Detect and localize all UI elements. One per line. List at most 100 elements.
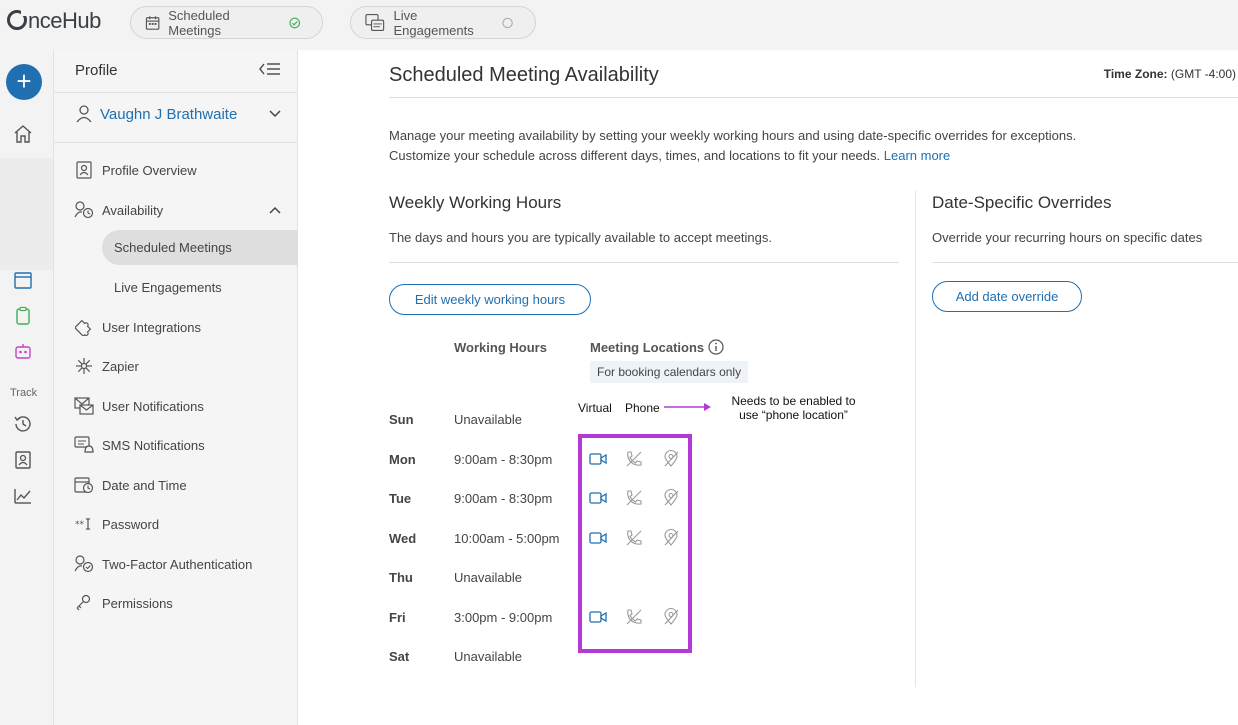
divider bbox=[54, 92, 297, 93]
sidebar-item-availability[interactable]: Availability bbox=[74, 200, 163, 220]
profile-sidebar: Profile Vaughn J Brathwaite Profile Over… bbox=[53, 50, 298, 725]
day-label: Fri bbox=[389, 610, 406, 625]
sidebar-subitem-scheduled-meetings[interactable]: Scheduled Meetings bbox=[114, 240, 232, 255]
sidebar-item-profile-overview[interactable]: Profile Overview bbox=[74, 160, 197, 180]
sidebar-item-label: Password bbox=[102, 516, 160, 532]
sidebar-item-date-and-time[interactable]: Date and Time bbox=[74, 475, 187, 495]
day-label: Sat bbox=[389, 649, 410, 664]
sidebar-title: Profile bbox=[75, 62, 118, 79]
sidebar-item-user-notifications[interactable]: User Notifications bbox=[74, 396, 204, 416]
user-icon bbox=[76, 105, 92, 123]
sidebar-subitem-live-engagements[interactable]: Live Engagements bbox=[114, 280, 222, 295]
divider bbox=[54, 142, 297, 143]
hours-value: Unavailable bbox=[454, 649, 522, 664]
mail-notification-icon bbox=[74, 396, 94, 416]
day-label: Wed bbox=[389, 531, 417, 546]
collapse-sidebar-icon[interactable] bbox=[259, 62, 281, 76]
calendar-icon bbox=[145, 15, 160, 30]
timezone-label: Time Zone: bbox=[1103, 67, 1168, 81]
empty-circle-icon bbox=[502, 17, 513, 28]
booking-calendars-badge: For booking calendars only bbox=[590, 361, 749, 383]
oncehub-logo[interactable]: nceHub bbox=[7, 8, 101, 34]
tab-live-engagements[interactable]: Live Engagements bbox=[350, 6, 536, 39]
annotation-note: Needs to be enabled to use “phone locati… bbox=[726, 394, 861, 422]
divider bbox=[389, 97, 1238, 98]
description-line: Manage your meeting availability by sett… bbox=[389, 128, 1077, 143]
divider bbox=[389, 262, 899, 263]
annotation-arrow-icon bbox=[664, 403, 711, 411]
page-title: Scheduled Meeting Availability bbox=[389, 64, 659, 86]
sidebar-item-sms-notifications[interactable]: SMS Notifications bbox=[74, 435, 205, 455]
chevron-up-icon[interactable] bbox=[269, 206, 281, 214]
hours-value: Unavailable bbox=[454, 570, 522, 585]
password-cursor-icon: ** bbox=[74, 514, 94, 534]
page-description: Manage your meeting availability by sett… bbox=[389, 126, 1076, 166]
check-circle-icon bbox=[288, 17, 300, 28]
user-selector[interactable]: Vaughn J Brathwaite bbox=[76, 105, 237, 123]
sidebar-item-label: User Notifications bbox=[102, 398, 204, 414]
user-check-icon bbox=[74, 554, 94, 574]
zapier-icon bbox=[74, 356, 94, 376]
learn-more-link[interactable]: Learn more bbox=[884, 148, 950, 163]
sidebar-item-permissions[interactable]: Permissions bbox=[74, 593, 173, 613]
main-content: Scheduled Meeting Availability Time Zone… bbox=[298, 50, 1238, 725]
analytics-icon[interactable] bbox=[13, 486, 33, 506]
weekly-hours-title: Weekly Working Hours bbox=[389, 193, 562, 212]
track-label: Track bbox=[10, 387, 38, 399]
tab-label: Live Engagements bbox=[393, 7, 474, 38]
sidebar-item-two-factor-authentication[interactable]: Two-Factor Authentication bbox=[74, 554, 252, 574]
chat-calendar-icon bbox=[365, 13, 385, 31]
svg-text:**: ** bbox=[75, 520, 85, 530]
day-label: Sun bbox=[389, 412, 414, 427]
working-hours-header: Working Hours bbox=[454, 340, 547, 355]
hours-value: 10:00am - 5:00pm bbox=[454, 531, 560, 546]
sidebar-item-label: Two-Factor Authentication bbox=[102, 556, 253, 572]
info-icon[interactable] bbox=[708, 339, 724, 355]
add-date-override-button[interactable]: Add date override bbox=[932, 281, 1082, 312]
history-icon[interactable] bbox=[13, 414, 33, 434]
annotation-highlight-box bbox=[578, 434, 692, 653]
sidebar-item-label: Availability bbox=[102, 202, 164, 218]
sidebar-item-label: SMS Notifications bbox=[102, 437, 205, 453]
user-name: Vaughn J Brathwaite bbox=[100, 105, 238, 123]
sms-bell-icon bbox=[74, 435, 94, 455]
timezone-value: (GMT -4:00) bbox=[1170, 67, 1236, 81]
home-icon[interactable] bbox=[13, 124, 33, 144]
date-overrides-title: Date-Specific Overrides bbox=[932, 193, 1112, 212]
edit-weekly-hours-button[interactable]: Edit weekly working hours bbox=[389, 284, 591, 315]
sidebar-item-user-integrations[interactable]: User Integrations bbox=[74, 317, 201, 337]
user-clock-icon bbox=[74, 200, 94, 220]
key-user-icon bbox=[74, 593, 94, 613]
annotation-note-line: use “phone location” bbox=[739, 408, 848, 422]
sidebar-item-label: User Integrations bbox=[102, 319, 201, 335]
sidebar-item-password[interactable]: ** Password bbox=[74, 514, 159, 534]
day-label: Mon bbox=[389, 452, 416, 467]
vertical-divider bbox=[915, 190, 916, 687]
timezone-display: Time Zone: (GMT -4:00) bbox=[1104, 67, 1236, 81]
day-label: Thu bbox=[389, 570, 413, 585]
puzzle-icon bbox=[74, 317, 94, 337]
top-bar: nceHub Scheduled Meetings Live Engagemen… bbox=[0, 0, 1238, 50]
hours-value: Unavailable bbox=[454, 412, 522, 427]
date-overrides-subtitle: Override your recurring hours on specifi… bbox=[932, 230, 1203, 245]
left-rail: + Track bbox=[0, 50, 62, 725]
bot-icon[interactable] bbox=[13, 342, 33, 362]
weekly-hours-subtitle: The days and hours you are typically ava… bbox=[389, 230, 772, 245]
sidebar-item-label: Permissions bbox=[102, 595, 173, 611]
divider bbox=[932, 262, 1238, 263]
annotation-virtual-label: Virtual bbox=[578, 401, 612, 415]
calendar-icon[interactable] bbox=[13, 270, 33, 290]
hours-value: 3:00pm - 9:00pm bbox=[454, 610, 553, 625]
description-line: Customize your schedule across different… bbox=[389, 148, 881, 163]
app-root: nceHub Scheduled Meetings Live Engagemen… bbox=[0, 0, 1238, 725]
clipboard-icon[interactable] bbox=[13, 306, 33, 326]
sidebar-item-label: Profile Overview bbox=[102, 162, 197, 178]
sidebar-item-zapier[interactable]: Zapier bbox=[74, 356, 139, 376]
hours-value: 9:00am - 8:30pm bbox=[454, 491, 553, 506]
contacts-icon[interactable] bbox=[13, 450, 33, 470]
tab-scheduled-meetings[interactable]: Scheduled Meetings bbox=[130, 6, 323, 39]
annotation-note-line: Needs to be enabled to bbox=[731, 394, 856, 408]
chevron-down-icon[interactable] bbox=[269, 110, 281, 118]
sidebar-item-label: Date and Time bbox=[102, 477, 187, 493]
add-button[interactable]: + bbox=[6, 64, 42, 100]
